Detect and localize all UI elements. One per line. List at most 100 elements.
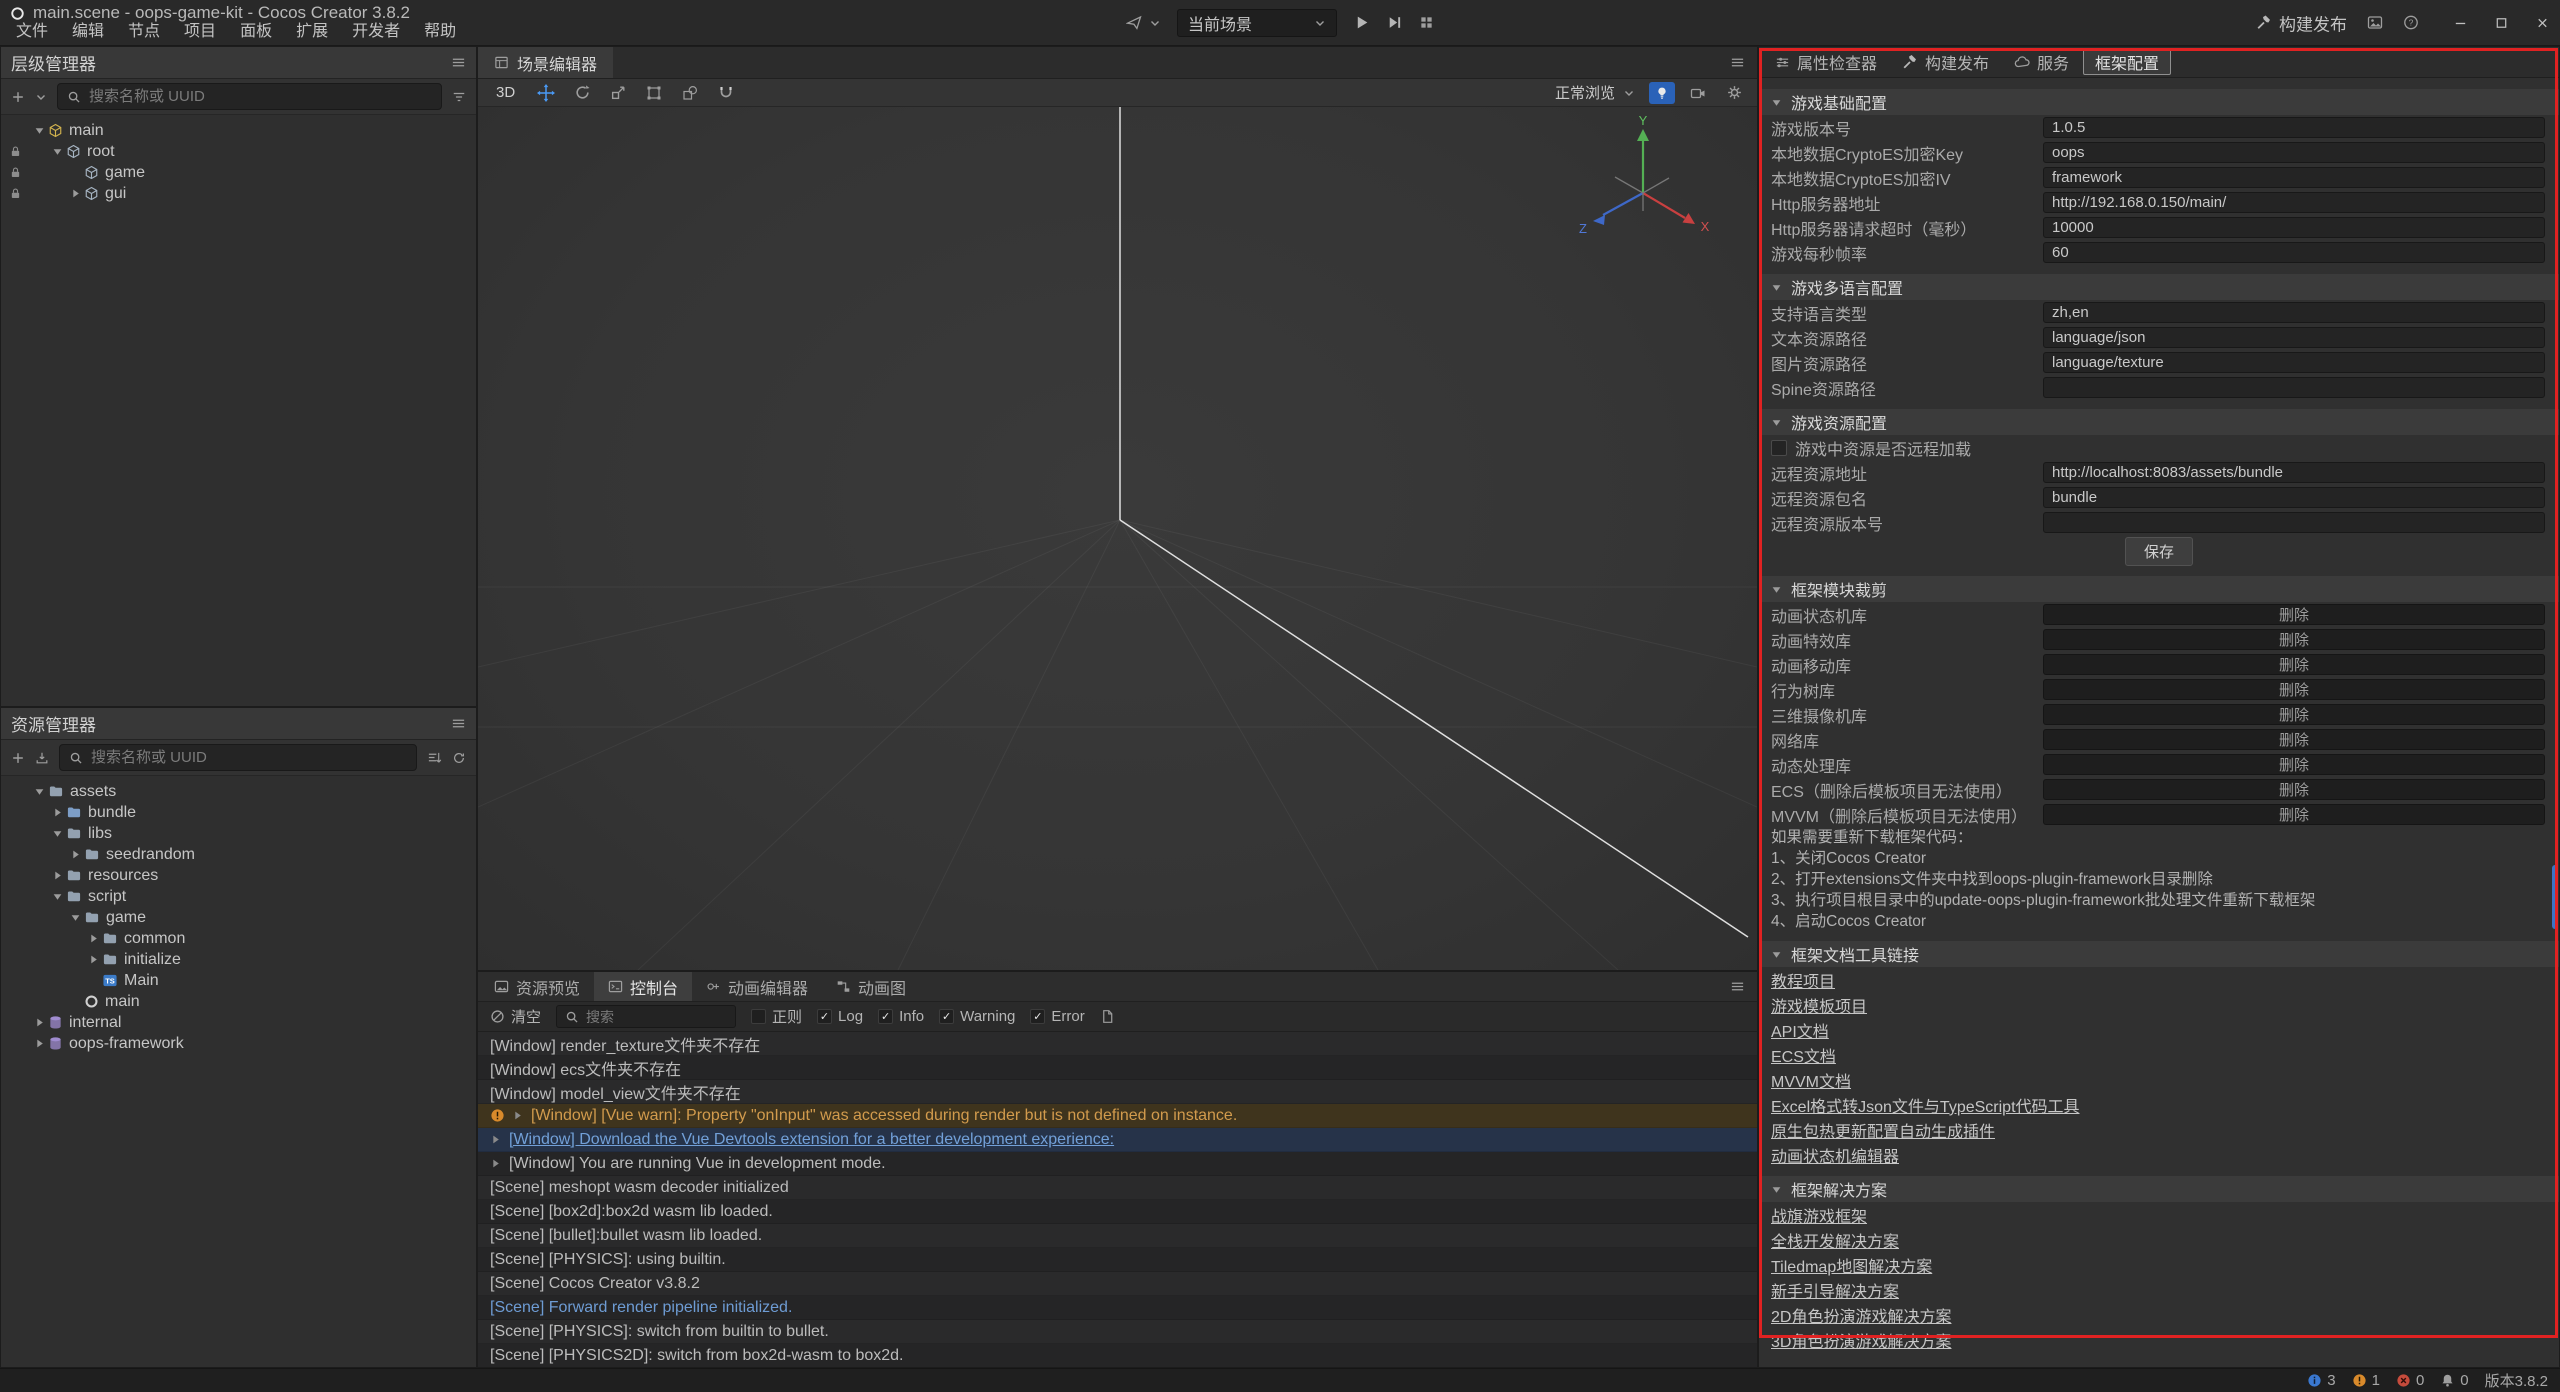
console-search[interactable]	[556, 1005, 736, 1028]
log-row-5[interactable]: [Window] You are running Vue in developm…	[478, 1152, 1757, 1176]
scale-tool-icon[interactable]	[605, 82, 631, 104]
lock-icon[interactable]	[9, 166, 22, 179]
panel-menu-icon[interactable]	[451, 55, 466, 70]
help-button[interactable]: ?	[2403, 15, 2419, 31]
console-search-input[interactable]	[586, 1009, 701, 1025]
preview-grid-button[interactable]	[1419, 15, 1434, 30]
tree-node-Main[interactable]: TSMain	[1, 970, 476, 991]
section-header-7[interactable]: 游戏多语言配置	[1759, 274, 2559, 300]
tree-node-main[interactable]: main	[1, 991, 476, 1012]
doc-link-37[interactable]: ECS文档	[1771, 1043, 1836, 1067]
collapse-arrow-icon[interactable]	[88, 954, 99, 965]
log-row-2[interactable]: [Window] model_view文件夹不存在	[478, 1080, 1757, 1104]
doc-link-46[interactable]: 新手引导解决方案	[1771, 1278, 1899, 1302]
rotate-tool-icon[interactable]	[569, 82, 595, 104]
collapse-arrow-icon[interactable]	[70, 849, 81, 860]
add-asset-button[interactable]	[11, 751, 25, 765]
preview-image-button[interactable]	[2367, 15, 2383, 31]
expand-arrow-icon[interactable]	[34, 786, 45, 797]
field-input-8[interactable]: zh,en	[2043, 302, 2545, 323]
warning-count[interactable]: 1	[2352, 1372, 2380, 1389]
field-input-5[interactable]: 10000	[2043, 217, 2545, 238]
preview-scene-select[interactable]: 当前场景	[1177, 9, 1337, 37]
collapse-arrow-icon[interactable]	[34, 1017, 45, 1028]
scene-editor-tab[interactable]: 场景编辑器	[478, 47, 613, 78]
console-tab-3[interactable]: 动画图	[822, 972, 920, 1001]
section-header-12[interactable]: 游戏资源配置	[1759, 409, 2559, 435]
play-button[interactable]	[1353, 14, 1370, 31]
assets-search-input[interactable]	[91, 749, 407, 766]
section-header-33[interactable]: 框架文档工具链接	[1759, 941, 2559, 967]
doc-link-35[interactable]: 游戏模板项目	[1771, 993, 1867, 1017]
log-row-9[interactable]: [Scene] [PHYSICS]: using builtin.	[478, 1248, 1757, 1272]
inspector-tab-2[interactable]: 服务	[2003, 49, 2080, 75]
expand-arrow-icon[interactable]	[52, 828, 63, 839]
camera-settings-icon[interactable]	[1685, 82, 1711, 104]
tree-node-seedrandom[interactable]: seedrandom	[1, 844, 476, 865]
doc-link-34[interactable]: 教程项目	[1771, 968, 1835, 992]
delete-button[interactable]: 删除	[2043, 804, 2545, 825]
section-header-0[interactable]: 游戏基础配置	[1759, 89, 2559, 115]
console-tab-1[interactable]: 控制台	[594, 972, 692, 1001]
field-input-3[interactable]: framework	[2043, 167, 2545, 188]
expand-arrow-icon[interactable]	[70, 912, 81, 923]
panel-menu-icon[interactable]	[451, 716, 466, 731]
expand-arrow-icon[interactable]	[34, 125, 45, 136]
filter-error-checkbox[interactable]: Error	[1030, 1008, 1084, 1025]
refresh-assets-icon[interactable]	[452, 751, 466, 765]
collapse-arrow-icon[interactable]	[1771, 1184, 1782, 1195]
field-input-6[interactable]: 60	[2043, 242, 2545, 263]
tree-node-root[interactable]: root	[1, 141, 476, 162]
menu-item-4[interactable]: 面板	[228, 14, 284, 44]
tree-node-game[interactable]: game	[1, 162, 476, 183]
doc-link-38[interactable]: MVVM文档	[1771, 1068, 1851, 1092]
log-row-4[interactable]: [Window] Download the Vue Devtools exten…	[478, 1128, 1757, 1152]
scene-viewport[interactable]: YXZ	[478, 107, 1757, 970]
filter-log-checkbox[interactable]: Log	[817, 1008, 863, 1025]
menu-item-6[interactable]: 开发者	[340, 14, 412, 44]
delete-button[interactable]: 删除	[2043, 729, 2545, 750]
add-node-chevron-icon[interactable]	[35, 91, 47, 103]
collapse-arrow-icon[interactable]	[1771, 949, 1782, 960]
menu-item-0[interactable]: 文件	[4, 14, 60, 44]
tree-node-script[interactable]: script	[1, 886, 476, 907]
doc-link-45[interactable]: Tiledmap地图解决方案	[1771, 1253, 1932, 1277]
inspector-tab-1[interactable]: 构建发布	[1891, 49, 2000, 75]
field-input-16[interactable]	[2043, 512, 2545, 533]
delete-button[interactable]: 删除	[2043, 754, 2545, 775]
delete-button[interactable]: 删除	[2043, 704, 2545, 725]
add-node-button[interactable]	[11, 90, 25, 104]
expand-arrow-icon[interactable]	[52, 146, 63, 157]
log-row-8[interactable]: [Scene] [bullet]:bullet wasm lib loaded.	[478, 1224, 1757, 1248]
gear-icon[interactable]	[1721, 82, 1747, 104]
doc-link-44[interactable]: 全栈开发解决方案	[1771, 1228, 1899, 1252]
field-input-9[interactable]: language/json	[2043, 327, 2545, 348]
menu-item-1[interactable]: 编辑	[60, 14, 116, 44]
delete-button[interactable]: 删除	[2043, 654, 2545, 675]
field-input-1[interactable]: 1.0.5	[2043, 117, 2545, 138]
expand-arrow-icon[interactable]	[52, 891, 63, 902]
lock-icon[interactable]	[9, 187, 22, 200]
collapse-arrow-icon[interactable]	[1771, 282, 1782, 293]
field-input-4[interactable]: http://192.168.0.150/main/	[2043, 192, 2545, 213]
console-tab-2[interactable]: 动画编辑器	[692, 972, 822, 1001]
tree-node-gui[interactable]: gui	[1, 183, 476, 204]
snap-tool-icon[interactable]	[713, 82, 739, 104]
inspector-tab-3[interactable]: 框架配置	[2083, 49, 2171, 75]
import-asset-button[interactable]	[35, 751, 49, 765]
doc-link-39[interactable]: Excel格式转Json文件与TypeScript代码工具	[1771, 1093, 2080, 1117]
preview-platform-button[interactable]	[1126, 15, 1161, 31]
log-row-11[interactable]: [Scene] Forward render pipeline initiali…	[478, 1296, 1757, 1320]
log-row-12[interactable]: [Scene] [PHYSICS]: switch from builtin t…	[478, 1320, 1757, 1344]
section-header-18[interactable]: 框架模块裁剪	[1759, 576, 2559, 602]
tree-node-initialize[interactable]: initialize	[1, 949, 476, 970]
maximize-button[interactable]	[2494, 15, 2509, 30]
field-input-14[interactable]: http://localhost:8083/assets/bundle	[2043, 462, 2545, 483]
assets-search[interactable]	[59, 744, 417, 771]
inspector-scrollbar[interactable]	[2552, 865, 2558, 929]
view-mode-select[interactable]: 正常浏览	[1555, 82, 1635, 103]
hierarchy-search[interactable]	[57, 83, 442, 110]
panel-menu-icon[interactable]	[1718, 47, 1757, 78]
menu-item-2[interactable]: 节点	[116, 14, 172, 44]
console-tab-0[interactable]: 资源预览	[480, 972, 594, 1001]
